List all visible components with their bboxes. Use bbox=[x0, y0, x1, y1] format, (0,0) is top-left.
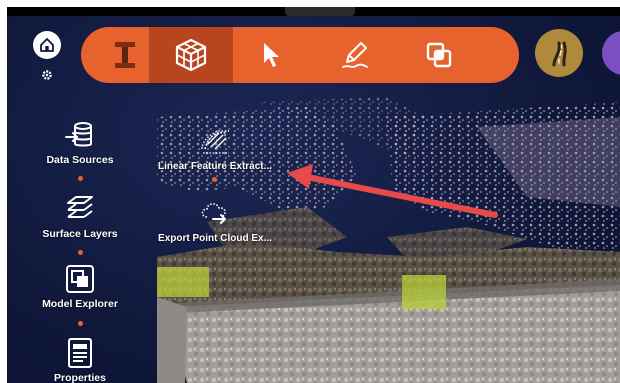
menu-separator-dot bbox=[212, 177, 217, 182]
sidebar-item-data-sources[interactable]: Data Sources bbox=[31, 119, 129, 166]
sidebar-item-properties[interactable]: Properties bbox=[31, 337, 129, 383]
sidebar-item-surface-layers[interactable]: Surface Layers bbox=[31, 193, 129, 240]
stacked-layers-icon bbox=[64, 193, 96, 225]
linear-feature-label: Linear Feature Extract... bbox=[158, 161, 272, 172]
database-import-icon bbox=[64, 119, 96, 151]
export-point-cloud-button[interactable]: Export Point Cloud Ex... bbox=[145, 197, 285, 244]
sidebar-separator-dot bbox=[78, 176, 83, 181]
sidebar-separator-dot bbox=[78, 250, 83, 255]
sidebar-item-label: Model Explorer bbox=[42, 298, 118, 310]
export-point-cloud-label: Export Point Cloud Ex... bbox=[158, 233, 272, 244]
cursor-arrow-icon bbox=[264, 43, 279, 67]
sidebar-item-model-explorer[interactable]: Model Explorer bbox=[31, 263, 129, 310]
main-toolbar bbox=[81, 27, 519, 83]
road-tools-button[interactable] bbox=[535, 29, 583, 77]
point-cloud-cube-icon bbox=[175, 38, 207, 72]
point-cloud-tool-button[interactable] bbox=[149, 27, 233, 83]
overlap-squares-icon bbox=[426, 42, 452, 68]
app-screen: Data Sources Surface Layers Model Explor… bbox=[7, 7, 620, 383]
home-button[interactable] bbox=[33, 31, 61, 59]
home-icon bbox=[40, 38, 54, 52]
properties-sheet-icon bbox=[64, 337, 96, 369]
gear-icon bbox=[42, 70, 52, 80]
sidebar-separator-dot bbox=[78, 321, 83, 326]
export-point-cloud-icon bbox=[199, 197, 231, 229]
pencil-icon bbox=[342, 42, 368, 68]
model-explorer-icon bbox=[64, 263, 96, 295]
linear-feature-extraction-button[interactable]: Linear Feature Extract... bbox=[145, 125, 285, 172]
sketch-tool-button[interactable] bbox=[317, 27, 393, 83]
layers-tool-button[interactable] bbox=[401, 27, 477, 83]
road-icon bbox=[552, 41, 567, 67]
select-tool-button[interactable] bbox=[233, 27, 309, 83]
sidebar-item-label: Surface Layers bbox=[42, 228, 118, 240]
settings-button[interactable] bbox=[40, 68, 54, 82]
steel-beam-icon bbox=[115, 42, 135, 68]
linear-feature-icon bbox=[199, 125, 231, 157]
sidebar-item-label: Properties bbox=[54, 372, 106, 383]
sidebar-item-label: Data Sources bbox=[46, 154, 114, 166]
